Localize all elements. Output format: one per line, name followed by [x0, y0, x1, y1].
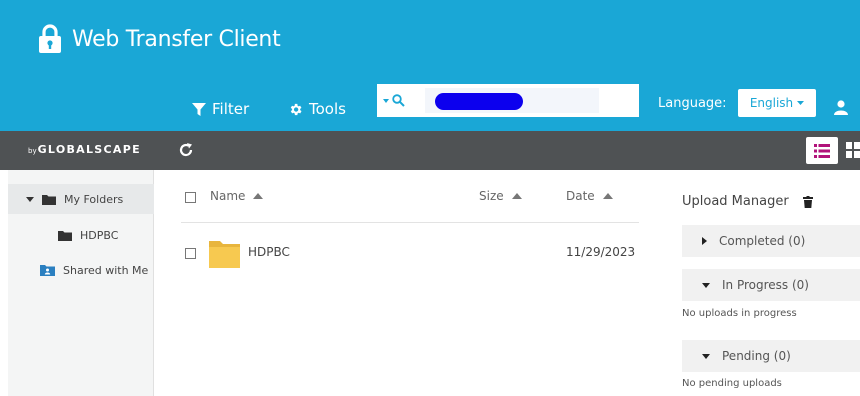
upload-section-label: Completed (0): [719, 234, 806, 248]
upload-section-completed[interactable]: Completed (0): [682, 225, 860, 257]
upload-manager: Upload Manager Completed (0) In Progress…: [670, 170, 860, 396]
sort-asc-icon: [602, 193, 613, 199]
refresh-icon[interactable]: [178, 142, 194, 162]
caret-down-icon: [383, 98, 389, 103]
header-divider: [181, 222, 639, 223]
folder-icon: [209, 238, 240, 272]
search-box: [377, 84, 639, 117]
column-header-size[interactable]: Size: [479, 189, 522, 203]
app-header: Web Transfer Client Filter Tools Languag…: [0, 0, 860, 131]
globalscape-logo: byGLOBALSCAPE: [28, 143, 141, 156]
language-select[interactable]: English: [738, 89, 816, 117]
upload-section-pending[interactable]: Pending (0): [682, 340, 860, 372]
search-icon: [392, 94, 405, 107]
file-name[interactable]: HDPBC: [248, 245, 290, 259]
filter-button[interactable]: Filter: [192, 100, 249, 118]
user-icon[interactable]: [834, 100, 848, 119]
sidebar-item-my-folders[interactable]: My Folders: [8, 184, 154, 214]
folder-icon: [42, 194, 56, 205]
upload-title-label: Upload Manager: [682, 194, 789, 209]
column-header-name[interactable]: Name: [210, 189, 264, 203]
sidebar-item-label: HDPBC: [80, 228, 119, 242]
gear-icon: [290, 103, 302, 115]
sidebar-item-shared-with-me[interactable]: Shared with Me: [40, 260, 148, 280]
toolbar: byGLOBALSCAPE: [0, 131, 860, 170]
caret-down-icon: [702, 282, 710, 288]
column-header-date[interactable]: Date: [566, 189, 613, 203]
sidebar: My Folders HDPBC Shared with Me: [8, 170, 154, 396]
caret-down-icon: [702, 353, 710, 359]
redaction-mark: [435, 93, 523, 110]
row-checkbox[interactable]: [185, 248, 196, 259]
upload-section-in-progress[interactable]: In Progress (0): [682, 269, 860, 301]
app-title: Web Transfer Client: [72, 26, 281, 52]
upload-status-text: No uploads in progress: [682, 308, 797, 319]
column-header-label: Size: [479, 189, 504, 203]
upload-status-text: No pending uploads: [682, 378, 782, 389]
upload-section-label: In Progress (0): [722, 278, 809, 292]
file-date: 11/29/2023: [566, 245, 636, 259]
search-options-button[interactable]: [383, 92, 419, 109]
sidebar-item-label: Shared with Me: [63, 263, 149, 277]
sort-asc-icon: [253, 193, 264, 199]
language-value: English: [749, 96, 794, 110]
select-all-checkbox[interactable]: [185, 192, 196, 203]
caret-down-icon: [797, 101, 805, 105]
caret-right-icon: [702, 237, 707, 245]
brand: Web Transfer Client: [38, 24, 281, 54]
tools-label: Tools: [309, 100, 346, 118]
sort-asc-icon: [511, 193, 522, 199]
upload-section-label: Pending (0): [722, 349, 791, 363]
column-header-label: Date: [566, 189, 595, 203]
upload-manager-title: Upload Manager: [682, 194, 813, 209]
language-label: Language:: [658, 96, 727, 111]
list-view-button[interactable]: [806, 137, 838, 164]
grid-view-icon[interactable]: [846, 142, 860, 162]
shared-folder-icon: [40, 264, 55, 276]
folder-icon: [58, 230, 72, 241]
sidebar-item-hdpbc[interactable]: HDPBC: [58, 225, 118, 245]
sidebar-item-label: My Folders: [64, 192, 124, 206]
filter-icon: [192, 102, 206, 116]
file-list: Name Size Date HDPBC 11/29/2023: [155, 170, 648, 396]
lock-icon: [38, 24, 62, 54]
column-header-label: Name: [210, 189, 246, 203]
list-view-icon: [814, 143, 830, 158]
table-row[interactable]: HDPBC 11/29/2023: [155, 236, 648, 274]
trash-icon[interactable]: [802, 195, 813, 208]
filter-label: Filter: [212, 100, 250, 118]
caret-down-icon[interactable]: [26, 196, 34, 202]
tools-button[interactable]: Tools: [288, 100, 346, 118]
